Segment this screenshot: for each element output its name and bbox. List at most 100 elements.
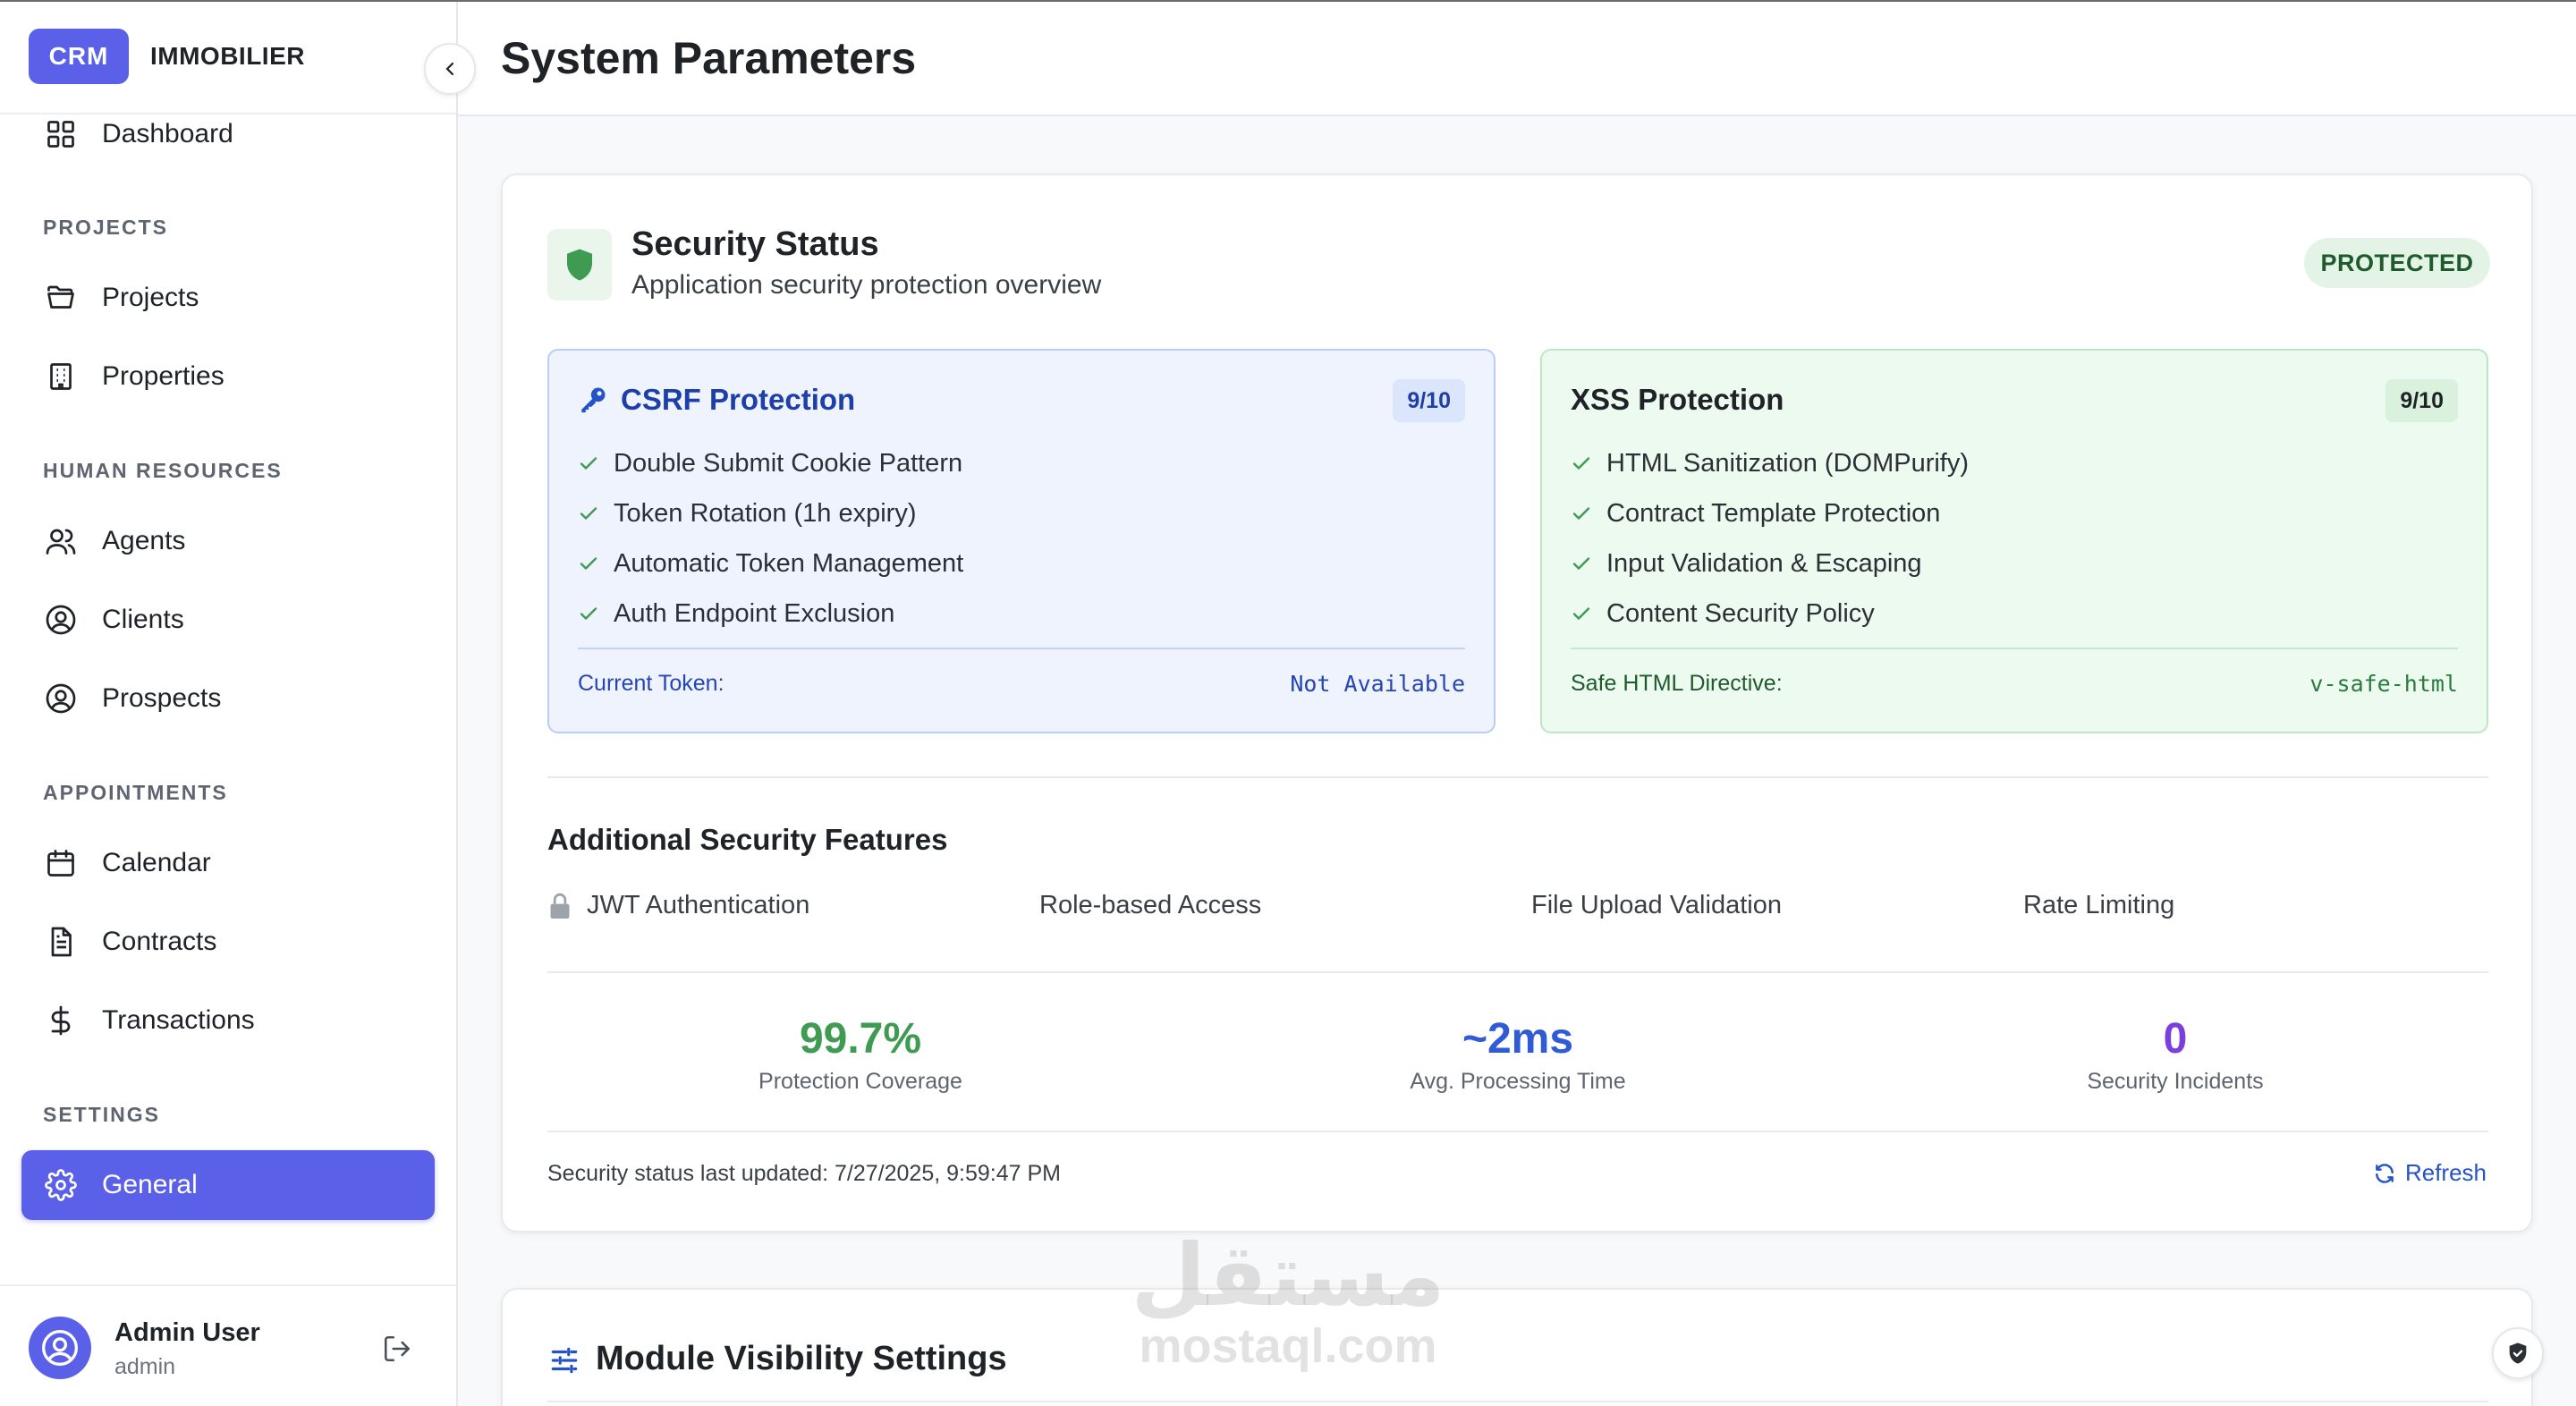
feature-role-access: Role-based Access [1039, 891, 1261, 920]
check-icon [578, 603, 601, 624]
refresh-icon [2376, 1163, 2394, 1183]
sidebar-item-label: Projects [102, 283, 199, 312]
user-circle-icon [42, 1330, 78, 1366]
csrf-feature-list: Double Submit Cookie Pattern Token Rotat… [578, 438, 963, 639]
sidebar-item-prospects[interactable]: Prospects [21, 664, 435, 733]
check-icon [578, 503, 601, 524]
sidebar-collapse-button[interactable] [424, 43, 476, 95]
status-badge: PROTECTED [2304, 238, 2490, 288]
calendar-icon [43, 845, 79, 881]
sidebar-item-calendar[interactable]: Calendar [21, 828, 435, 898]
stat-label: Avg. Processing Time [1410, 1068, 1626, 1094]
sidebar-item-label: Transactions [102, 1005, 255, 1035]
sidebar-item-label: General [102, 1170, 198, 1199]
feature-label: Contract Template Protection [1606, 498, 1941, 528]
sidebar-item-label: Calendar [102, 848, 211, 877]
csrf-title-text: CSRF Protection [621, 383, 856, 416]
refresh-button[interactable]: Refresh [2373, 1159, 2487, 1187]
xss-feature-list: HTML Sanitization (DOMPurify) Contract T… [1571, 438, 1969, 639]
stat-value: 0 [2163, 1015, 2188, 1063]
stat-label: Protection Coverage [758, 1068, 962, 1094]
feature-label: Auth Endpoint Exclusion [614, 598, 895, 628]
xss-panel: XSS Protection 9/10 HTML Sanitization (D… [1540, 349, 2488, 733]
user-circle-icon [43, 681, 79, 716]
shield-icon [547, 229, 612, 301]
sidebar-item-general[interactable]: General [21, 1150, 435, 1220]
divider [547, 1131, 2488, 1132]
building-icon [43, 359, 79, 394]
module-visibility-card: Module Visibility Settings [501, 1288, 2533, 1406]
sidebar-item-projects[interactable]: Projects [21, 263, 435, 333]
feature-jwt: JWT Authentication [547, 891, 809, 920]
feature-label: Token Rotation (1h expiry) [614, 498, 917, 528]
stat-protection-coverage: 99.7% Protection Coverage [637, 1015, 1084, 1095]
module-visibility-title: Module Visibility Settings [596, 1340, 1007, 1377]
check-icon [578, 453, 601, 474]
users-icon [43, 523, 79, 559]
sidebar-item-dashboard[interactable]: Dashboard [21, 99, 435, 169]
list-item: Double Submit Cookie Pattern [578, 438, 963, 488]
list-item: Auth Endpoint Exclusion [578, 589, 963, 639]
section-label-settings: SETTINGS [43, 1103, 161, 1126]
sidebar-item-transactions[interactable]: Transactions [21, 986, 435, 1055]
stat-processing-time: ~2ms Avg. Processing Time [1294, 1015, 1741, 1095]
shield-check-icon [2509, 1342, 2527, 1364]
feature-label: Rate Limiting [2023, 891, 2175, 919]
user-name: Admin User [114, 1318, 260, 1347]
sidebar-item-label: Dashboard [102, 119, 233, 148]
section-label-hr: HUMAN RESOURCES [43, 459, 283, 482]
chevron-left-icon [445, 62, 454, 76]
feature-upload-validation: File Upload Validation [1531, 891, 1782, 920]
sidebar-item-clients[interactable]: Clients [21, 585, 435, 655]
divider [578, 648, 1465, 649]
user-circle-icon [43, 602, 79, 638]
logout-button[interactable] [379, 1331, 415, 1367]
sidebar-item-label: Prospects [102, 683, 222, 713]
stat-value: ~2ms [1462, 1015, 1574, 1063]
divider [1571, 648, 2458, 649]
feature-label: JWT Authentication [587, 891, 810, 919]
check-icon [1571, 503, 1594, 524]
gear-icon [43, 1167, 79, 1203]
xss-title: XSS Protection [1571, 383, 1784, 416]
page-title: System Parameters [501, 33, 917, 83]
safe-html-label: Safe HTML Directive: [1571, 671, 1783, 696]
current-token-value: Not Available [1290, 671, 1465, 697]
list-item: Content Security Policy [1571, 589, 1969, 639]
sidebar: CRM IMMOBILIER Dashboard PROJECTS Projec… [0, 0, 458, 1406]
feature-label: Automatic Token Management [614, 548, 964, 578]
feature-label: Content Security Policy [1606, 598, 1875, 628]
sidebar-item-label: Properties [102, 361, 225, 391]
list-item: Automatic Token Management [578, 538, 963, 589]
current-token-label: Current Token: [578, 671, 724, 696]
window-top-border [0, 0, 2576, 2]
divider [547, 776, 2488, 778]
check-icon [578, 553, 601, 574]
check-icon [1571, 553, 1594, 574]
avatar[interactable] [29, 1317, 91, 1379]
sidebar-item-properties[interactable]: Properties [21, 342, 435, 411]
floating-security-button[interactable] [2492, 1327, 2544, 1379]
brand[interactable]: CRM IMMOBILIER [29, 29, 305, 84]
dollar-icon [43, 1003, 79, 1038]
key-icon [578, 385, 608, 415]
feature-label: File Upload Validation [1531, 891, 1782, 919]
stat-label: Security Incidents [2087, 1068, 2264, 1094]
user-divider [0, 1284, 456, 1286]
sidebar-item-agents[interactable]: Agents [21, 506, 435, 576]
section-label-projects: PROJECTS [43, 216, 168, 239]
csrf-score-badge: 9/10 [1393, 379, 1465, 422]
additional-features-title: Additional Security Features [547, 823, 948, 856]
sidebar-item-label: Contracts [102, 927, 217, 956]
divider [547, 1401, 2488, 1402]
feature-label: Role-based Access [1039, 891, 1262, 919]
sidebar-item-contracts[interactable]: Contracts [21, 907, 435, 977]
stat-security-incidents: 0 Security Incidents [1952, 1015, 2399, 1095]
feature-label: Double Submit Cookie Pattern [614, 448, 963, 478]
security-title: Security Status [631, 225, 879, 263]
list-item: Contract Template Protection [1571, 488, 1969, 538]
check-icon [1571, 453, 1594, 474]
sidebar-item-label: Agents [102, 526, 186, 555]
user-role: admin [114, 1354, 176, 1379]
logout-icon [384, 1335, 411, 1362]
